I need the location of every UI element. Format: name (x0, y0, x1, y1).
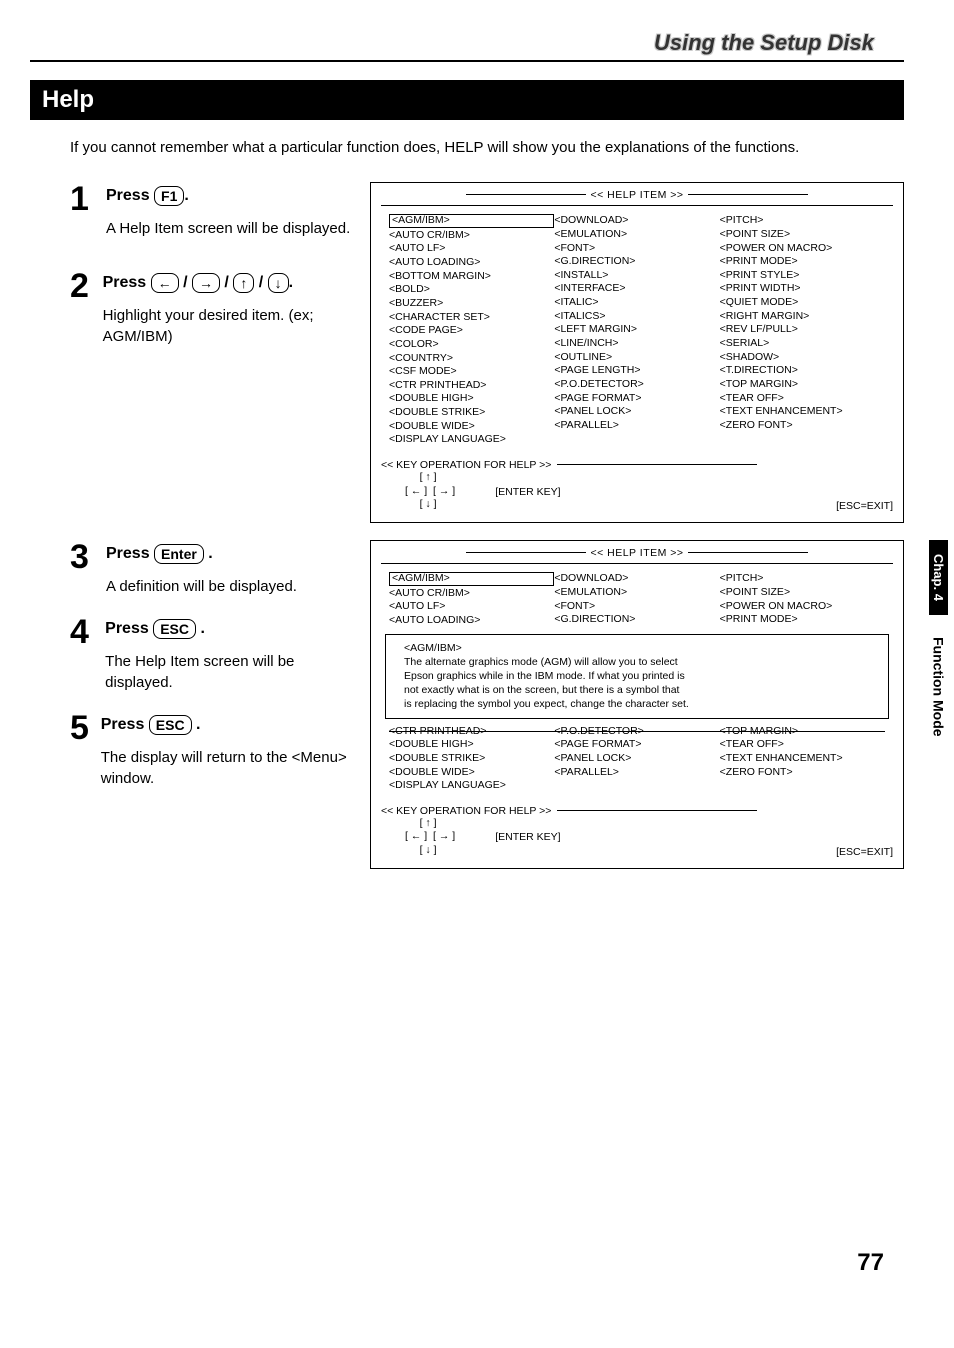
step-number-5: 5 (70, 711, 101, 745)
screen-title: << HELP ITEM >> (381, 189, 893, 201)
help-col-1: <AGM/IBM> <AUTO CR/IBM><AUTO LF><AUTO LO… (389, 214, 554, 447)
help-item-screen-2: << HELP ITEM >> <AGM/IBM> <AUTO CR/IBM><… (370, 540, 904, 868)
help-col-3: <PITCH><POINT SIZE><POWER ON MACRO> <PRI… (720, 214, 885, 447)
key-esc-1: ESC (153, 619, 196, 639)
intro-text: If you cannot remember what a particular… (70, 138, 850, 158)
arrow-left-icon: ← (151, 273, 179, 293)
key-enter: Enter (154, 544, 204, 564)
help-item-screen-1: << HELP ITEM >> <AGM/IBM> <AUTO CR/IBM><… (370, 182, 904, 523)
step-number-1: 1 (70, 182, 106, 216)
enter-key-label-2: [ENTER KEY] (495, 831, 560, 843)
screen-title-2: << HELP ITEM >> (381, 547, 893, 559)
key-esc-2: ESC (149, 715, 192, 735)
step-1-instruction: Press F1. (106, 186, 350, 206)
arrow-down-icon: ↓ (268, 273, 289, 293)
step-4-instruction: Press ESC . (105, 619, 360, 639)
page-header: Using the Setup Disk (30, 30, 904, 56)
key-f1: F1 (154, 186, 184, 206)
enter-key-label: [ENTER KEY] (495, 486, 560, 498)
step-5-instruction: Press ESC . (101, 715, 360, 735)
step-number-3: 3 (70, 540, 106, 574)
selected-item: <AGM/IBM> (389, 214, 554, 228)
definition-box: <AGM/IBM> The alternate graphics mode (A… (385, 634, 889, 719)
key-op-arrows: [ ↑ ] [ ← ] [ → ] [ ↓ ] (381, 471, 455, 512)
key-op-arrows-2: [ ↑ ] [ ← ] [ → ] [ ↓ ] (381, 817, 455, 858)
arrow-up-icon: ↑ (233, 273, 254, 293)
arrow-right-icon: → (192, 273, 220, 293)
esc-exit-label: [ESC=EXIT] (836, 500, 893, 512)
step-1-desc: A Help Item screen will be displayed. (106, 218, 350, 239)
section-bar-help: Help (30, 80, 904, 120)
selected-item-2: <AGM/IBM> (389, 572, 554, 586)
section-tab: Function Mode (931, 629, 947, 745)
step-3-instruction: Press Enter . (106, 544, 297, 564)
step-4-desc: The Help Item screen will be displayed. (105, 651, 360, 693)
key-operation-title-2: << KEY OPERATION FOR HELP >> (381, 805, 893, 817)
key-operation-title: << KEY OPERATION FOR HELP >> (381, 459, 893, 471)
step-2-desc: Highlight your desired item. (ex; AGM/IB… (103, 305, 360, 347)
esc-exit-label-2: [ESC=EXIT] (836, 846, 893, 858)
step-5-desc: The display will return to the <Menu> wi… (101, 747, 360, 789)
header-divider (30, 60, 904, 62)
page-number: 77 (30, 1249, 904, 1277)
chapter-tab: Chap. 4 (929, 540, 948, 615)
step-number-4: 4 (70, 615, 105, 649)
help-col-2: <DOWNLOAD><EMULATION><FONT> <G.DIRECTION… (554, 214, 719, 447)
step-number-2: 2 (70, 269, 103, 303)
step-3-desc: A definition will be displayed. (106, 576, 297, 597)
step-2-instruction: Press ← / → / ↑ / ↓. (103, 273, 360, 293)
